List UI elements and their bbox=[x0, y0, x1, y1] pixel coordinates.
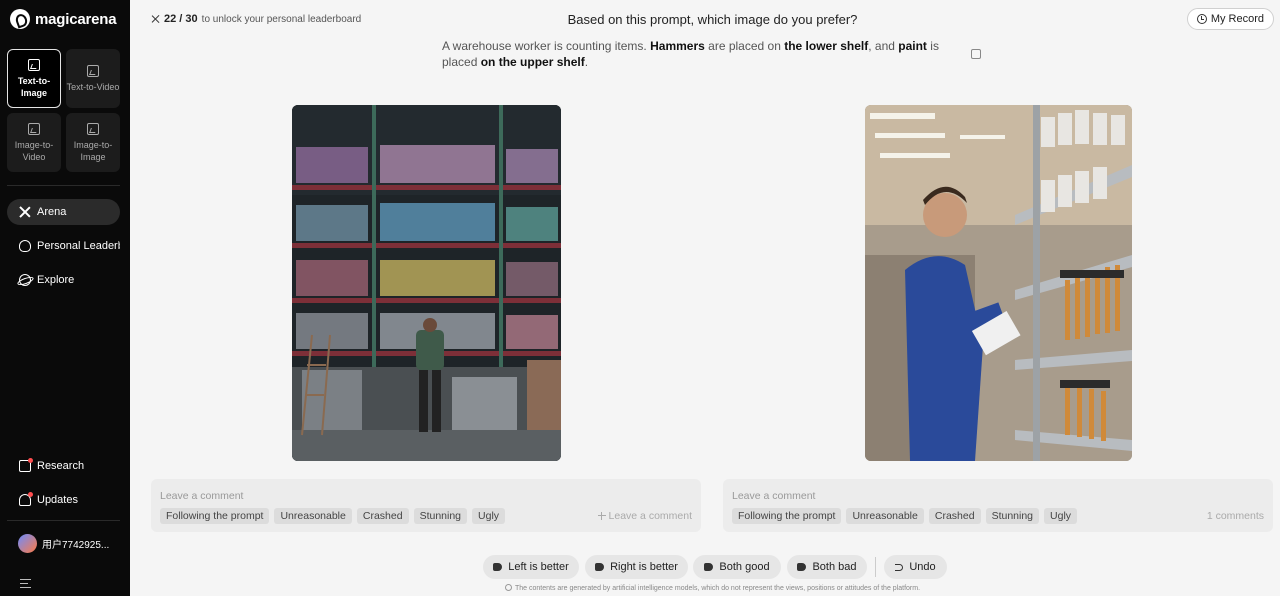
prompt-part: A warehouse worker is counting items. bbox=[442, 39, 651, 53]
right-image[interactable] bbox=[865, 105, 1132, 461]
user-profile[interactable]: 用户7742925... bbox=[18, 534, 123, 553]
vote-label: Both good bbox=[719, 561, 770, 573]
explore-icon bbox=[19, 274, 31, 286]
sidebar-item-personal-leaderboard[interactable]: Personal Leaderboard bbox=[7, 233, 120, 259]
tag-crashed[interactable]: Crashed bbox=[356, 508, 409, 524]
image-icon bbox=[87, 122, 99, 135]
prompt-keyword: the lower shelf bbox=[784, 39, 869, 53]
prompt-keyword: Hammers bbox=[650, 39, 705, 53]
comments-count-link[interactable]: 1 comments bbox=[1207, 510, 1264, 522]
both-bad-button[interactable]: Both bad bbox=[787, 555, 867, 579]
thumbs-up-icon bbox=[704, 563, 714, 571]
sidebar-item-label: Updates bbox=[37, 494, 78, 506]
sparkle-icon bbox=[597, 512, 606, 520]
sidebar-item-research[interactable]: Research bbox=[7, 453, 120, 479]
mode-text-to-image[interactable]: Text-to-Image bbox=[7, 49, 61, 108]
bell-icon bbox=[19, 492, 33, 506]
right-image-illustration bbox=[865, 105, 1132, 461]
vote-label: Both bad bbox=[812, 561, 857, 573]
sidebar-item-label: Explore bbox=[37, 274, 75, 286]
both-good-button[interactable]: Both good bbox=[693, 555, 781, 579]
disclaimer-text: The contents are generated by artificial… bbox=[514, 585, 921, 592]
prompt-part: . bbox=[584, 55, 589, 69]
video-icon bbox=[87, 64, 99, 77]
tag-ugly[interactable]: Ugly bbox=[472, 508, 506, 524]
tag-list: Following the prompt Unreasonable Crashe… bbox=[160, 508, 506, 524]
sidebar-divider bbox=[7, 520, 120, 521]
left-comment-panel: Leave a comment Following the prompt Unr… bbox=[151, 479, 701, 532]
mode-image-to-image[interactable]: Image-to-Image bbox=[66, 113, 120, 172]
sidebar-item-label: Personal Leaderboard bbox=[37, 240, 120, 252]
mode-label: Image-to-Image bbox=[73, 139, 113, 162]
sidebar-item-explore[interactable]: Explore bbox=[7, 267, 120, 293]
prompt-part: , and bbox=[868, 39, 899, 53]
prompt-keyword: paint bbox=[898, 39, 927, 53]
tag-crashed[interactable]: Crashed bbox=[928, 508, 981, 524]
sidebar-divider bbox=[7, 185, 120, 186]
page-title: Based on this prompt, which image do you… bbox=[567, 12, 858, 27]
arena-icon bbox=[19, 206, 31, 218]
my-record-label: My Record bbox=[1210, 13, 1264, 25]
mode-label: Text-to-Image bbox=[17, 75, 51, 98]
tag-following-prompt[interactable]: Following the prompt bbox=[160, 508, 270, 524]
my-record-button[interactable]: My Record bbox=[1186, 8, 1274, 30]
vote-label: Undo bbox=[909, 561, 936, 573]
mode-label: Text-to-Video bbox=[66, 81, 120, 92]
vote-divider bbox=[875, 557, 876, 577]
app-root: magicarena Text-to-Image Text-to-Video I… bbox=[0, 0, 1280, 596]
sidebar-item-updates[interactable]: Updates bbox=[7, 487, 120, 513]
hand-pointing-right-icon bbox=[595, 563, 605, 571]
mode-text-to-video[interactable]: Text-to-Video bbox=[66, 49, 120, 108]
mode-label: Image-to-Video bbox=[14, 139, 54, 162]
left-image[interactable] bbox=[292, 105, 561, 461]
comment-input[interactable]: Leave a comment bbox=[732, 490, 815, 502]
undo-button[interactable]: Undo bbox=[884, 555, 947, 579]
sidebar-item-label: Arena bbox=[37, 206, 67, 218]
notification-dot bbox=[28, 492, 33, 497]
right-comment-panel: Leave a comment Following the prompt Unr… bbox=[723, 479, 1273, 532]
research-icon bbox=[19, 458, 33, 472]
notification-dot bbox=[28, 458, 33, 463]
tag-unreasonable[interactable]: Unreasonable bbox=[274, 508, 352, 524]
info-icon bbox=[504, 584, 512, 591]
disclaimer: The contents are generated by artificial… bbox=[0, 584, 1280, 592]
right-is-better-button[interactable]: Right is better bbox=[585, 555, 688, 579]
prompt-part: are placed on bbox=[704, 39, 785, 53]
tag-ugly[interactable]: Ugly bbox=[1044, 508, 1078, 524]
thumbs-down-icon bbox=[797, 563, 807, 571]
leave-comment-label: Leave a comment bbox=[608, 510, 692, 522]
undo-icon bbox=[895, 563, 904, 571]
vote-label: Right is better bbox=[610, 561, 678, 573]
tag-list: Following the prompt Unreasonable Crashe… bbox=[732, 508, 1078, 524]
expand-icon[interactable] bbox=[971, 49, 981, 59]
sidebar: magicarena Text-to-Image Text-to-Video I… bbox=[0, 0, 130, 596]
hand-pointing-left-icon bbox=[493, 563, 503, 571]
avatar bbox=[18, 534, 37, 553]
vote-label: Left is better bbox=[508, 561, 569, 573]
leaderboard-icon bbox=[19, 240, 31, 252]
leave-comment-link[interactable]: Leave a comment bbox=[597, 510, 692, 522]
left-image-illustration bbox=[292, 105, 561, 461]
video-icon bbox=[28, 122, 40, 135]
sidebar-item-arena[interactable]: Arena bbox=[7, 199, 120, 225]
mode-image-to-video[interactable]: Image-to-Video bbox=[7, 113, 61, 172]
prompt-keyword: on the upper shelf bbox=[480, 55, 585, 69]
sidebar-item-label: Research bbox=[37, 460, 85, 472]
tag-stunning[interactable]: Stunning bbox=[413, 508, 468, 524]
tag-unreasonable[interactable]: Unreasonable bbox=[846, 508, 924, 524]
image-icon bbox=[28, 58, 40, 71]
clock-icon bbox=[1196, 14, 1207, 24]
prompt-text: A warehouse worker is counting items. Ha… bbox=[442, 38, 967, 70]
left-is-better-button[interactable]: Left is better bbox=[483, 555, 579, 579]
user-name: 用户7742925... bbox=[42, 540, 110, 551]
comment-input[interactable]: Leave a comment bbox=[160, 490, 243, 502]
tag-stunning[interactable]: Stunning bbox=[985, 508, 1040, 524]
tag-following-prompt[interactable]: Following the prompt bbox=[732, 508, 842, 524]
mode-selector: Text-to-Image Text-to-Video Image-to-Vid… bbox=[7, 49, 120, 172]
